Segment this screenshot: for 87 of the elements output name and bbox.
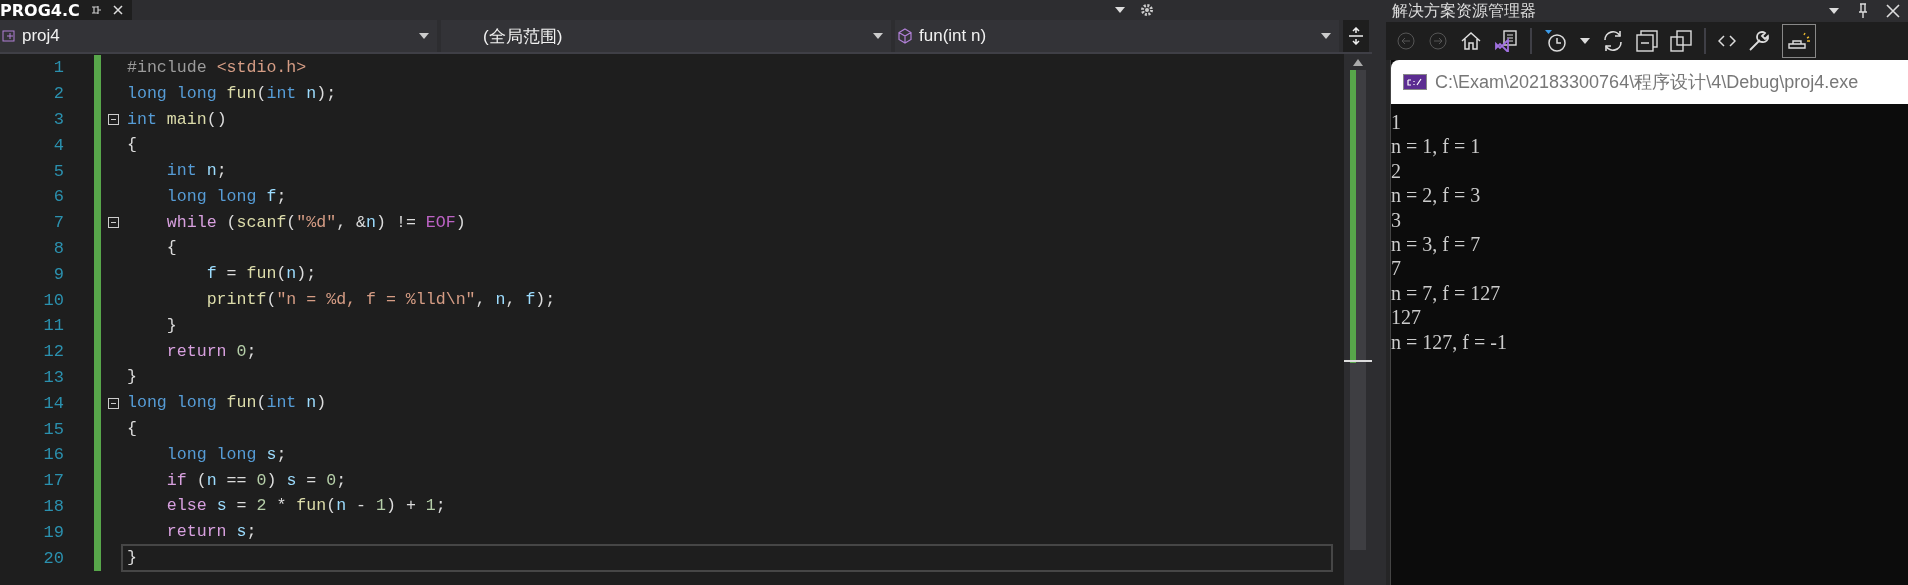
code-line: } — [165, 314, 178, 337]
line-number: 19 — [43, 522, 64, 542]
preview-button[interactable] — [1782, 24, 1816, 58]
line-number: 3 — [53, 110, 64, 129]
pin-icon[interactable] — [1858, 3, 1868, 19]
collapse-icon[interactable] — [107, 217, 119, 229]
code-line: if (n == 0) s = 0; — [165, 469, 348, 492]
code-line: printf("n = %d, f = %lld\n", n, f); — [205, 289, 557, 312]
line-number: 4 — [53, 135, 64, 155]
refresh-icon[interactable] — [1602, 30, 1624, 52]
code-line: long long f; — [165, 185, 288, 208]
line-number: 14 — [43, 393, 64, 413]
code-line: return s; — [165, 521, 258, 544]
document-tab[interactable]: PROG4.C — [0, 0, 132, 20]
line-number: 20 — [43, 548, 64, 568]
copy-icon[interactable] — [1670, 30, 1692, 52]
console-output-line: 2 — [1391, 158, 1402, 184]
scrollbar[interactable] — [1344, 54, 1372, 585]
code-line: long long s; — [165, 443, 288, 466]
split-icon — [1347, 27, 1365, 45]
caret-icon — [1321, 33, 1331, 39]
code-line: return 0; — [165, 340, 258, 363]
line-number: 11 — [43, 316, 64, 336]
settings-icon[interactable] — [1140, 3, 1154, 17]
preview-icon — [1787, 32, 1811, 50]
dropdown-icon[interactable] — [1114, 6, 1126, 14]
cube-icon — [897, 28, 913, 44]
pin-icon — [89, 4, 102, 16]
switch-views-icon[interactable] — [1494, 30, 1518, 52]
code-line: f = fun(n); — [205, 263, 318, 286]
console-title: C:\Exam\202183300764\程序设计\4\Debug\proj4.exe — [1435, 71, 1859, 94]
console-icon — [1403, 74, 1427, 90]
code-line: { — [126, 134, 138, 157]
line-number: 6 — [53, 187, 64, 207]
collapse-all-icon[interactable] — [1636, 30, 1658, 52]
line-number: 15 — [43, 419, 64, 439]
line-number: 13 — [43, 367, 64, 387]
code-line: else s = 2 * fun(n - 1) + 1; — [165, 495, 447, 518]
project-icon — [2, 29, 16, 43]
code-line: #include <stdio.h> — [126, 56, 308, 79]
console-output-line: 3 — [1391, 207, 1402, 233]
dropdown-icon[interactable] — [1828, 7, 1840, 15]
scroll-up-icon[interactable] — [1353, 58, 1363, 66]
home-icon[interactable] — [1460, 31, 1482, 51]
code-line: long long fun(int n); — [126, 82, 338, 105]
collapse-icon[interactable] — [107, 397, 119, 409]
console-output-line: n = 3, f = 7 — [1391, 232, 1482, 257]
line-number: 16 — [43, 445, 64, 465]
code-icon[interactable] — [1718, 34, 1736, 48]
code-line: int main() — [126, 108, 228, 131]
panel-title: 解决方案资源管理器 — [1392, 0, 1536, 22]
caret-position-marker — [1344, 360, 1372, 362]
console-output-line: n = 1, f = 1 — [1391, 134, 1482, 159]
project-dropdown[interactable]: proj4 — [0, 20, 437, 52]
code-line: { — [126, 418, 138, 441]
console-output-line: 127 — [1391, 305, 1422, 330]
console-output-line: n = 2, f = 3 — [1391, 183, 1482, 208]
collapse-icon[interactable] — [107, 114, 119, 125]
line-number: 10 — [43, 290, 64, 310]
member-dropdown[interactable]: fun(int n) — [895, 20, 1339, 52]
line-number: 2 — [53, 84, 64, 104]
line-number: 7 — [53, 213, 64, 233]
line-number: 17 — [43, 471, 64, 491]
code-line: while (scanf("%d", &n) != EOF) — [165, 211, 467, 234]
code-line: int n; — [165, 160, 228, 183]
scope-dropdown[interactable]: (全局范围) — [441, 20, 891, 52]
code-line: } — [126, 366, 138, 389]
wrench-icon[interactable] — [1748, 30, 1770, 52]
console-output-line: 7 — [1391, 256, 1402, 281]
console-output-line: 1 — [1391, 110, 1402, 135]
line-number: 5 — [53, 161, 64, 181]
line-number: 8 — [53, 238, 64, 258]
line-number: 12 — [43, 342, 64, 362]
code-line: { — [165, 237, 178, 260]
line-number: 18 — [43, 496, 64, 516]
close-icon[interactable] — [1886, 4, 1900, 18]
line-number: 1 — [53, 58, 64, 78]
console-output-line: n = 127, f = -1 — [1391, 329, 1508, 355]
caret-icon — [419, 33, 429, 39]
caret-icon — [873, 33, 883, 39]
code-line: long long fun(int n) — [126, 392, 328, 415]
console-output-line: n = 7, f = 127 — [1391, 280, 1502, 306]
line-number: 9 — [53, 264, 64, 284]
close-icon — [111, 4, 124, 16]
caret-icon[interactable] — [1580, 38, 1590, 44]
split-button[interactable] — [1343, 20, 1369, 52]
history-icon[interactable] — [1544, 29, 1568, 53]
